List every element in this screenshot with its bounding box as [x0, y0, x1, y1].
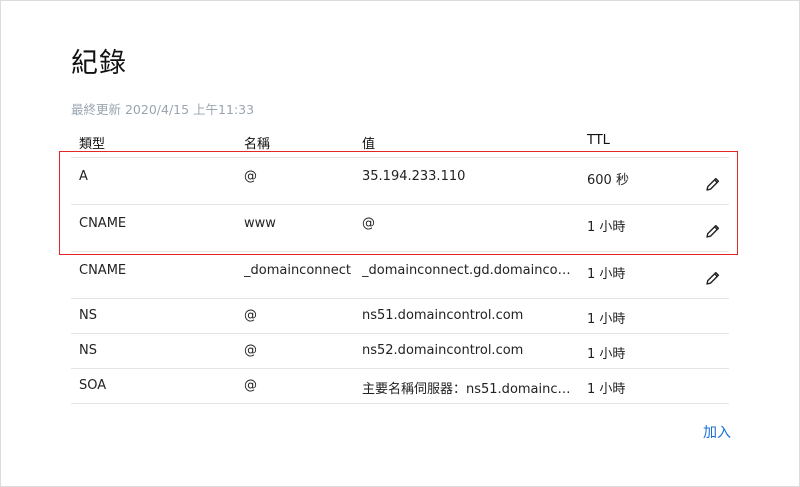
last-updated-text: 最終更新 2020/4/15 上午11:33 — [71, 102, 255, 117]
record-name: @ — [244, 378, 257, 393]
record-ttl: 1 小時 — [587, 220, 626, 235]
record-ttl: 1 小時 — [587, 382, 626, 397]
records-panel: 紀錄 最終更新 2020/4/15 上午11:33 類型 名稱 值 TTL A … — [0, 0, 800, 487]
record-value: ns51.domaincontrol.com — [362, 308, 524, 323]
record-ttl: 600 秒 — [587, 173, 629, 188]
column-header-name: 名稱 — [244, 137, 271, 152]
record-name: @ — [244, 308, 257, 323]
record-ttl: 1 小時 — [587, 347, 626, 362]
column-header-value: 值 — [362, 137, 376, 152]
table-row: SOA @ 主要名稱伺服器：ns51.domaincontrol.com 1 小… — [71, 369, 729, 404]
table-header: 類型 名稱 值 TTL — [71, 129, 729, 158]
pencil-icon[interactable] — [705, 223, 721, 239]
record-value: 35.194.233.110 — [362, 169, 466, 184]
add-record-link[interactable]: 加入 — [703, 422, 731, 442]
pencil-icon[interactable] — [705, 270, 721, 286]
record-ttl: 1 小時 — [587, 267, 626, 282]
record-type: SOA — [79, 378, 107, 393]
record-name: @ — [244, 169, 257, 184]
record-type: CNAME — [79, 263, 127, 278]
record-type: NS — [79, 308, 97, 323]
page-title: 紀錄 — [71, 48, 127, 79]
table-row: CNAME www @ 1 小時 — [71, 205, 729, 252]
record-name: _domainconnect — [244, 263, 352, 278]
record-value: _domainconnect.gd.domaincontrol.com — [362, 263, 574, 278]
dns-records-table: 類型 名稱 值 TTL A @ 35.194.233.110 600 秒 CNA… — [71, 129, 729, 404]
column-header-ttl: TTL — [587, 133, 610, 148]
record-ttl: 1 小時 — [587, 312, 626, 327]
record-value: ns52.domaincontrol.com — [362, 343, 524, 358]
record-value: 主要名稱伺服器：ns51.domaincontrol.com — [362, 382, 574, 397]
record-name: www — [244, 216, 276, 231]
record-name: @ — [244, 343, 257, 358]
record-type: CNAME — [79, 216, 127, 231]
record-type: A — [79, 169, 88, 184]
table-row: A @ 35.194.233.110 600 秒 — [71, 158, 729, 205]
pencil-icon[interactable] — [705, 176, 721, 192]
record-type: NS — [79, 343, 97, 358]
table-row: NS @ ns51.domaincontrol.com 1 小時 — [71, 299, 729, 334]
record-value: @ — [362, 216, 375, 231]
table-row: CNAME _domainconnect _domainconnect.gd.d… — [71, 252, 729, 299]
column-header-type: 類型 — [79, 137, 106, 152]
table-row: NS @ ns52.domaincontrol.com 1 小時 — [71, 334, 729, 369]
